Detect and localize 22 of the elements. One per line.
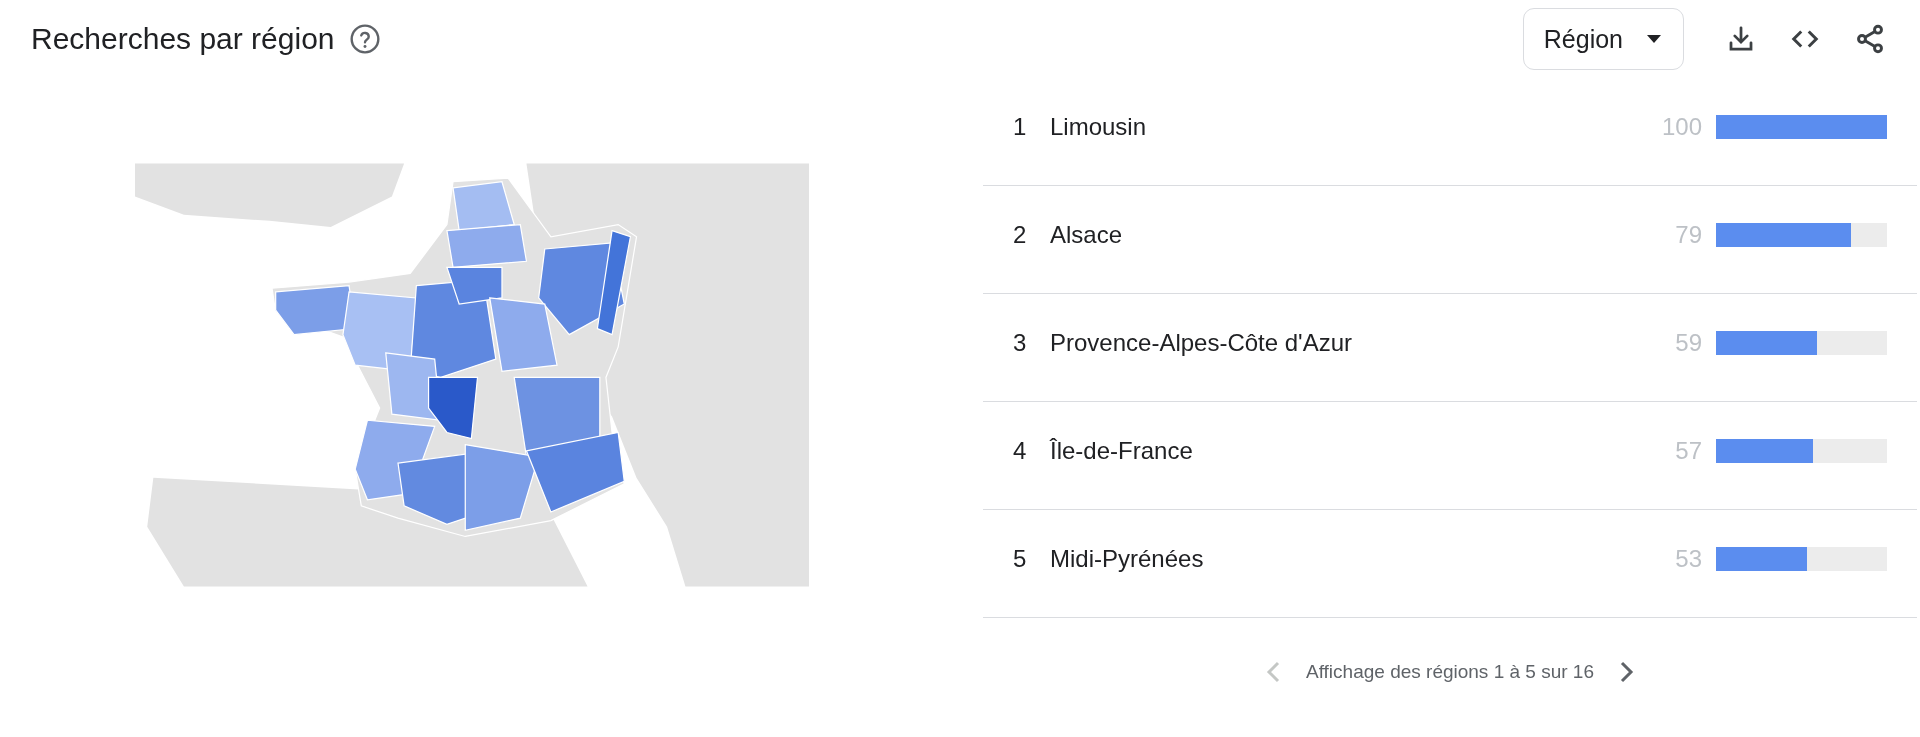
- score-value: 100: [1660, 112, 1702, 141]
- score-value: 79: [1674, 220, 1702, 249]
- caret-icon: [1647, 35, 1661, 43]
- share-icon[interactable]: [1854, 23, 1886, 55]
- region-name[interactable]: Île-de-France: [1050, 436, 1642, 465]
- help-icon[interactable]: [348, 23, 381, 55]
- section-title: Recherches par région: [31, 22, 335, 56]
- rank-number: 4: [1013, 436, 1028, 465]
- rank-number: 2: [1013, 220, 1028, 249]
- rank-number: 5: [1013, 544, 1028, 573]
- score-value: 57: [1674, 436, 1702, 465]
- next-page-icon[interactable]: [1620, 660, 1634, 683]
- region-name[interactable]: Limousin: [1050, 112, 1642, 141]
- region-dropdown[interactable]: Région: [1522, 8, 1684, 70]
- score-value: 59: [1674, 328, 1702, 357]
- region-name[interactable]: Provence-Alpes-Côte d'Azur: [1050, 328, 1642, 357]
- pagination-text: Affichage des régions 1 à 5 sur 16: [1306, 660, 1594, 683]
- rank-number: 3: [1013, 328, 1028, 357]
- region-name[interactable]: Midi-Pyrénées: [1050, 544, 1642, 573]
- region-name[interactable]: Alsace: [1050, 220, 1642, 249]
- score-value: 53: [1674, 544, 1702, 573]
- rank-number: 1: [1013, 112, 1028, 141]
